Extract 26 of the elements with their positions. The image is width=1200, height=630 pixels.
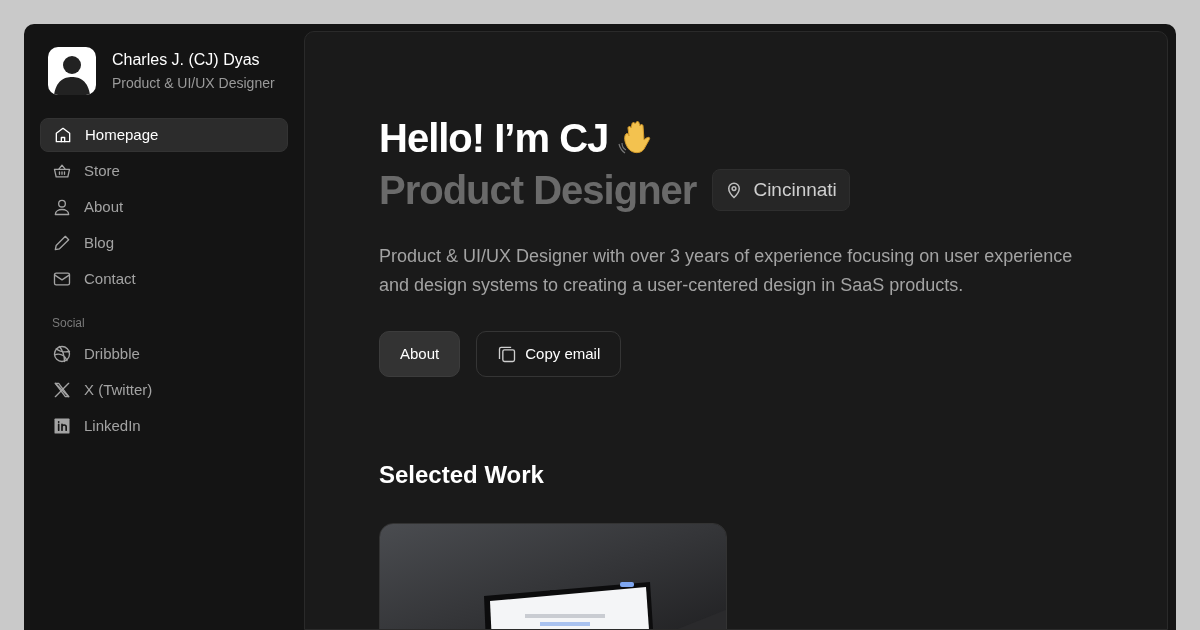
user-icon bbox=[52, 197, 72, 217]
home-icon bbox=[53, 125, 73, 145]
basketball-icon bbox=[52, 344, 72, 364]
sidebar-item[interactable]: Blog bbox=[40, 226, 288, 260]
profile-name: Charles J. (CJ) Dyas bbox=[112, 49, 261, 70]
copy-email-button[interactable]: Copy email bbox=[476, 331, 622, 377]
linkedin-icon bbox=[52, 416, 72, 436]
sidebar-item[interactable]: About bbox=[40, 190, 288, 224]
sidebar-item[interactable]: Contact bbox=[40, 262, 288, 296]
about-button[interactable]: About bbox=[379, 331, 461, 377]
sidebar-item[interactable]: Homepage bbox=[40, 118, 288, 152]
title-heading: Product Designer bbox=[379, 167, 697, 214]
avatar bbox=[48, 47, 96, 95]
sidebar-item[interactable]: Store bbox=[40, 154, 288, 188]
copy-icon bbox=[497, 344, 518, 364]
section-heading: Selected Work bbox=[379, 460, 545, 490]
section-heading: Social bbox=[51, 315, 86, 332]
location-badge: Cincinnati bbox=[712, 169, 850, 211]
sidebar-item[interactable]: LinkedIn bbox=[40, 409, 288, 443]
sidebar-item[interactable]: X (Twitter) bbox=[40, 373, 288, 407]
profile-role: Product & UI/UX Designer bbox=[112, 73, 275, 93]
sidebar-item[interactable]: Dribbble bbox=[40, 337, 288, 371]
greeting-heading: Hello! I’m CJ bbox=[379, 115, 609, 162]
pencil-icon bbox=[52, 233, 72, 253]
bio-text: Product & UI/UX Designer with over 3 years of experience focusing on user experience and design systems to creating a user-centered design in SaaS products. bbox=[379, 245, 1074, 297]
x-logo-icon bbox=[52, 380, 72, 400]
